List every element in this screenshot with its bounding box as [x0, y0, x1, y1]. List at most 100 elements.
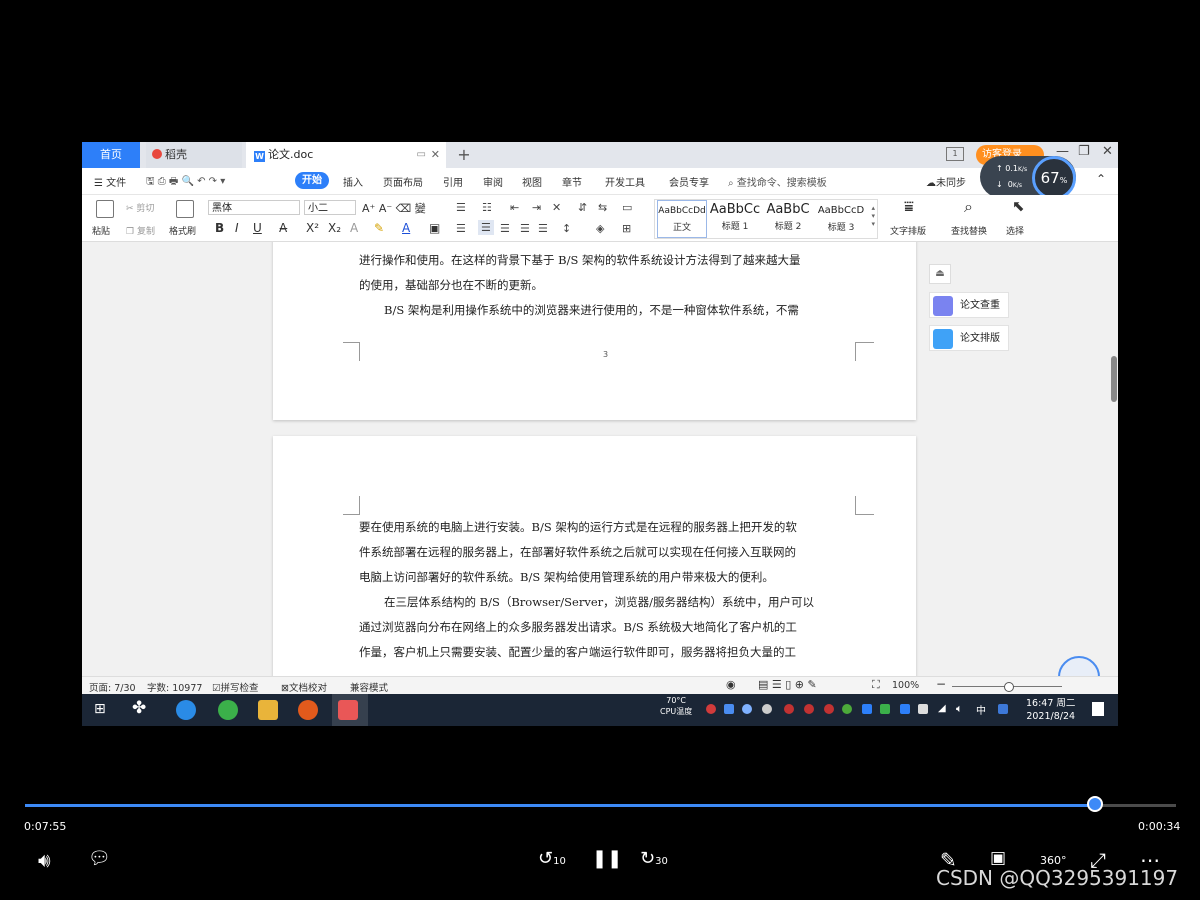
superscript-icon[interactable]: X² — [306, 221, 319, 235]
tray-battery-icon[interactable] — [918, 704, 928, 714]
align-right-icon[interactable]: ☰ — [500, 222, 510, 235]
menu-references[interactable]: 引用 — [443, 174, 463, 189]
align-left-icon[interactable]: ☰ — [456, 222, 466, 235]
forward-button[interactable]: ↻30 — [640, 848, 668, 869]
text-layout-button[interactable]: 文字排版 — [890, 224, 926, 237]
pause-icon[interactable]: ❚❚ — [592, 848, 622, 869]
style-normal[interactable]: AaBbCcDd 正文 — [657, 200, 707, 238]
find-replace-icon[interactable]: ⌕ — [964, 197, 973, 217]
format-painter-button[interactable]: 格式刷 — [169, 224, 196, 237]
align-center-icon[interactable]: ☰ — [478, 220, 494, 235]
tray-app-icon[interactable] — [724, 704, 734, 714]
tab-close-icon[interactable]: ✕ — [431, 142, 440, 168]
style-heading-1[interactable]: AaBbCc 标题 1 — [709, 200, 761, 238]
collapse-panel-icon[interactable]: ⏏ — [929, 264, 951, 284]
tray-app-icon[interactable] — [880, 704, 890, 714]
float-window-icon[interactable]: ▭ — [417, 142, 426, 168]
borders-icon[interactable]: ⊞ — [622, 222, 631, 235]
cut-button[interactable]: ✂ 剪切 — [126, 201, 154, 214]
collapse-ribbon-icon[interactable]: ⌃ — [1096, 172, 1106, 186]
scrollbar-thumb[interactable] — [1111, 356, 1117, 402]
chinese-layout-icon[interactable]: ✕ — [552, 201, 561, 214]
tray-network-icon[interactable]: ◢ — [938, 703, 946, 714]
volume-icon[interactable]: 🔊︎ — [38, 848, 51, 872]
font-adjust-icons[interactable]: A⁺ A⁻ ⌫ 變 — [362, 200, 426, 216]
pinwheel-app-icon[interactable]: ✤ — [132, 698, 146, 718]
paste-icon[interactable] — [96, 200, 114, 218]
char-border-icon[interactable]: ▣ — [429, 221, 440, 235]
menu-page-layout[interactable]: 页面布局 — [383, 174, 423, 189]
menu-view[interactable]: 视图 — [522, 174, 542, 189]
window-panel-icon[interactable]: 1 — [946, 147, 964, 161]
word-count[interactable]: 字数: 10977 — [147, 680, 202, 694]
ie-browser-icon[interactable] — [176, 700, 196, 720]
spell-check[interactable]: ☑拼写检查 — [212, 680, 259, 694]
zoom-out-icon[interactable]: − — [936, 677, 946, 691]
tab-home[interactable]: 首页 — [82, 142, 140, 168]
format-painter-icon[interactable] — [176, 200, 194, 218]
menu-start[interactable]: 开始 — [295, 172, 329, 189]
new-tab-button[interactable]: + — [454, 142, 474, 168]
360-browser-icon[interactable] — [218, 700, 238, 720]
sync-status[interactable]: ☁未同步 — [926, 174, 966, 189]
tray-app-icon[interactable] — [862, 704, 872, 714]
bold-icon[interactable]: B — [215, 221, 224, 235]
recorder-app-icon[interactable] — [298, 700, 318, 720]
tray-app-icon[interactable] — [706, 704, 716, 714]
thesis-layout-button[interactable]: 论文排版 — [929, 325, 1009, 351]
font-family-select[interactable]: 黑体 — [208, 200, 300, 215]
zoom-level[interactable]: 100% — [892, 680, 919, 691]
underline-icon[interactable]: U — [253, 221, 262, 235]
tray-qq-icon[interactable] — [998, 704, 1008, 714]
fit-page-icon[interactable]: ⛶ — [872, 678, 880, 692]
doc-proofread[interactable]: ⊠文档校对 — [281, 680, 327, 694]
subscript-icon[interactable]: X₂ — [328, 221, 341, 235]
style-heading-2[interactable]: AaBbC 标题 2 — [763, 200, 813, 238]
find-replace-button[interactable]: 查找替换 — [951, 224, 987, 237]
menu-file[interactable]: ☰ 文件 — [94, 174, 126, 189]
paste-button[interactable]: 粘贴 — [92, 224, 110, 237]
numbered-list-icon[interactable]: ☷ — [482, 201, 492, 214]
menu-insert[interactable]: 插入 — [343, 174, 363, 189]
tray-shield-icon[interactable] — [742, 704, 752, 714]
player-progress-knob[interactable] — [1087, 796, 1103, 812]
text-effect-icon[interactable]: A — [350, 221, 358, 235]
text-layout-icon[interactable]: ⩸ — [904, 197, 914, 217]
tab-ruler-icon[interactable]: ▭ — [622, 201, 632, 214]
select-button[interactable]: 选择 — [1006, 224, 1024, 237]
tray-app-icon[interactable] — [784, 704, 794, 714]
taskbar-clock[interactable]: 16:47 周二 2021/8/24 — [1026, 697, 1075, 723]
windows-start-icon[interactable]: ⊞ — [94, 701, 106, 717]
file-explorer-icon[interactable] — [258, 700, 278, 720]
tray-app-icon[interactable] — [824, 704, 834, 714]
decrease-indent-icon[interactable]: ⇤ — [510, 201, 519, 214]
thesis-check-button[interactable]: 论文查重 — [929, 292, 1009, 318]
menu-chapter[interactable]: 章节 — [562, 174, 582, 189]
tray-bell-icon[interactable] — [762, 704, 772, 714]
distributed-align-icon[interactable]: ☰ — [538, 222, 548, 235]
rewind-button[interactable]: ↺10 — [538, 848, 566, 869]
subtitles-icon[interactable]: 💬︎ — [88, 848, 111, 869]
style-gallery-scroll-icon[interactable]: ▴ ▾ ▾ — [871, 204, 875, 228]
tray-volume-icon[interactable]: 🔈︎ — [956, 702, 963, 716]
font-color-icon[interactable]: A — [402, 221, 410, 235]
view-mode-icons[interactable]: ▤ ☰ ▯ ⊕ ✎ — [758, 678, 817, 691]
select-cursor-icon[interactable]: ⬉ — [1012, 197, 1025, 215]
eye-protection-icon[interactable]: ◉ — [726, 678, 736, 691]
increase-indent-icon[interactable]: ⇥ — [532, 201, 541, 214]
tray-bluetooth-icon[interactable] — [900, 704, 910, 714]
italic-icon[interactable]: I — [235, 221, 239, 235]
network-monitor[interactable]: ↑ 0.1K/s ↓ 0K/s 67% — [980, 156, 1076, 200]
menu-developer[interactable]: 开发工具 — [605, 174, 645, 189]
command-search[interactable]: ⌕ 查找命令、搜索模板 — [728, 174, 827, 189]
bullet-list-icon[interactable]: ☰ — [456, 201, 466, 214]
menu-member[interactable]: 会员专享 — [669, 174, 709, 189]
shading-icon[interactable]: ◈ — [596, 222, 604, 235]
highlight-icon[interactable]: ✎ — [374, 221, 384, 235]
style-heading-3[interactable]: AaBbCcD 标题 3 — [815, 200, 867, 238]
copy-button[interactable]: ❐ 复制 — [126, 224, 155, 237]
tab-daoke[interactable]: 稻壳 — [146, 142, 242, 168]
tray-app-icon[interactable] — [804, 704, 814, 714]
line-spacing-icon[interactable]: ↕ — [562, 222, 571, 235]
input-method[interactable]: 中 — [976, 702, 986, 717]
